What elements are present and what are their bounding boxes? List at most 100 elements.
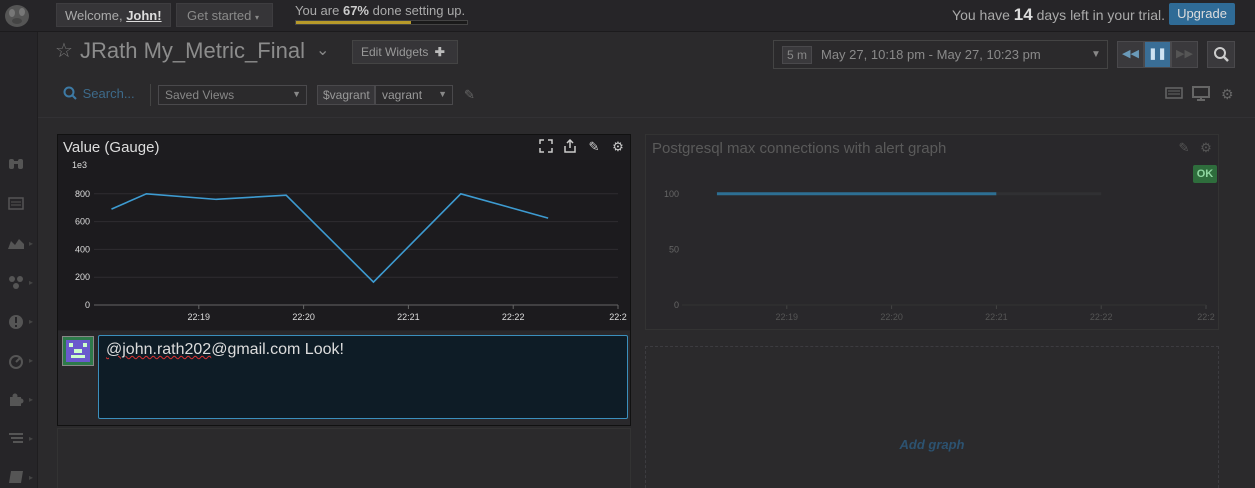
star-icon[interactable]: ☆ — [55, 38, 73, 63]
welcome-prefix: Welcome, — [65, 8, 123, 23]
x-tick-label: 22:21 — [985, 312, 1008, 322]
setup-status-text: You are 67% done setting up. — [295, 3, 465, 18]
puzzle-icon[interactable] — [6, 392, 26, 408]
welcome-label[interactable]: Welcome, John! — [56, 3, 171, 27]
fast-forward-button[interactable]: ▶▶ — [1171, 41, 1198, 68]
postgres-chart: 100 50 0 22:19 22:20 22:21 22:22 22:2 — [646, 160, 1218, 330]
chevron-right-icon: ▸ — [29, 239, 34, 248]
dashboard-title[interactable]: JRath My_Metric_Final — [80, 38, 305, 64]
widget-title: Postgresql max connections with alert gr… — [652, 140, 947, 157]
pause-icon: ❚❚ — [1148, 48, 1167, 60]
trial-status-text: You have 14 days left in your trial. — [952, 5, 1165, 25]
logs-icon[interactable] — [6, 431, 26, 447]
template-variable-name: $vagrant — [317, 85, 375, 105]
widget-header: Value (Gauge) ✎ ⚙ — [58, 135, 630, 160]
rewind-icon: ◀◀ — [1122, 48, 1139, 60]
setup-progress-fill — [296, 21, 411, 24]
time-window-badge: 5 m — [782, 46, 812, 64]
comment-mention: @john.rath202 — [106, 341, 212, 358]
pencil-icon[interactable]: ✎ — [464, 87, 475, 103]
trial-days: 14 — [1013, 5, 1033, 24]
chevron-right-icon: ▸ — [29, 317, 34, 326]
time-range-text: May 27, 10:18 pm - May 27, 10:23 pm — [821, 47, 1041, 62]
add-graph-placeholder[interactable]: Add graph — [645, 346, 1219, 488]
comment-input[interactable]: @john.rath202@gmail.com Look! — [98, 335, 628, 419]
trial-prefix: You have — [952, 7, 1010, 23]
datadog-logo[interactable] — [0, 0, 38, 32]
y-tick-label: 600 — [75, 217, 90, 227]
caret-down-icon: ▼ — [1091, 49, 1101, 60]
binoculars-icon[interactable] — [6, 156, 26, 172]
y-tick-label: 0 — [85, 300, 90, 310]
get-started-label: Get started — [187, 8, 252, 23]
gear-icon[interactable]: ⚙ — [610, 139, 626, 155]
top-bar: Welcome, John! Get started ▾ You are 67%… — [0, 0, 1255, 32]
search-field[interactable]: Search... — [63, 86, 135, 101]
setup-progress-bar — [295, 20, 468, 25]
share-icon[interactable] — [562, 138, 578, 155]
chevron-down-icon: ▾ — [254, 13, 259, 22]
gear-icon[interactable]: ⚙ — [1221, 86, 1234, 103]
get-started-button[interactable]: Get started ▾ — [176, 3, 273, 27]
y-tick-label: 800 — [75, 189, 90, 199]
saved-views-label: Saved Views — [165, 88, 235, 102]
keyboard-icon[interactable] — [1165, 86, 1183, 102]
plus-icon: ✚ — [434, 45, 445, 59]
time-range-selector[interactable]: 5 m May 27, 10:18 pm - May 27, 10:23 pm … — [773, 40, 1108, 69]
x-tick-label: 22:20 — [880, 312, 903, 322]
x-tick-label: 22:19 — [776, 312, 799, 322]
x-tick-label: 22:19 — [188, 312, 211, 322]
setup-suffix: done setting up. — [372, 3, 466, 18]
comment-area: @john.rath202@gmail.com Look! — [58, 331, 630, 425]
series-line — [111, 192, 549, 284]
edit-widgets-label: Edit Widgets — [361, 45, 429, 59]
x-tick-label: 22:20 — [292, 312, 315, 322]
list-icon[interactable] — [6, 196, 26, 212]
zoom-button[interactable] — [1207, 41, 1235, 68]
caret-down-icon: ▼ — [438, 89, 447, 99]
chevron-right-icon: ▸ — [29, 356, 34, 365]
nodes-icon[interactable] — [6, 275, 26, 291]
x-tick-label: 22:2 — [1197, 312, 1215, 322]
empty-widget-slot — [57, 428, 631, 488]
notebook-icon[interactable] — [6, 470, 26, 486]
saved-views-select[interactable]: Saved Views ▼ — [158, 85, 307, 105]
x-tick-label: 22:22 — [502, 312, 525, 322]
upgrade-button[interactable]: Upgrade — [1169, 3, 1235, 25]
postgres-widget: Postgresql max connections with alert gr… — [645, 134, 1219, 330]
comment-text: @gmail.com Look! — [211, 341, 344, 358]
setup-prefix: You are — [295, 3, 340, 18]
alert-icon[interactable] — [6, 314, 26, 330]
x-tick-label: 22:21 — [397, 312, 420, 322]
gear-icon[interactable]: ⚙ — [1198, 140, 1214, 156]
template-variable-value: vagrant — [382, 88, 423, 102]
pencil-icon[interactable]: ✎ — [586, 139, 602, 155]
welcome-user-name[interactable]: John! — [126, 8, 161, 23]
search-icon — [63, 86, 77, 100]
gauge-line-chart: 1e3 800 600 400 200 0 22:19 22:20 22:21 22:22 22:2 — [72, 160, 627, 322]
search-icon — [1214, 47, 1229, 62]
chevron-right-icon: ▸ — [29, 434, 34, 443]
tv-mode-icon[interactable] — [1192, 86, 1210, 105]
expand-icon[interactable] — [538, 139, 554, 155]
chevron-down-icon[interactable]: ⌄ — [316, 40, 329, 60]
rewind-button[interactable]: ◀◀ — [1117, 41, 1144, 68]
gauge-widget: Value (Gauge) ✎ ⚙ 1e3 800 600 400 200 0 22:19 2… — [57, 134, 631, 426]
avatar — [62, 336, 94, 366]
chevron-right-icon: ▸ — [29, 473, 34, 482]
setup-percent: 67% — [342, 3, 369, 18]
edit-widgets-button[interactable]: Edit Widgets ✚ — [352, 40, 458, 64]
divider — [150, 84, 151, 106]
gauge-icon[interactable] — [6, 353, 26, 369]
left-sidebar: ▸ ▸ ▸ ▸ ▸ ▸ ▸ — [0, 32, 38, 488]
search-placeholder: Search... — [82, 86, 135, 101]
y-tick-label: 400 — [75, 244, 90, 254]
chevron-right-icon: ▸ — [29, 278, 34, 287]
pause-button[interactable]: ❚❚ — [1144, 41, 1171, 68]
template-variable-select[interactable]: vagrant ▼ — [375, 85, 453, 105]
x-tick-label: 22:22 — [1090, 312, 1113, 322]
area-chart-icon[interactable] — [6, 236, 26, 252]
y-unit-label: 1e3 — [72, 160, 87, 170]
pencil-icon[interactable]: ✎ — [1176, 140, 1192, 156]
y-tick-label: 50 — [669, 244, 679, 254]
